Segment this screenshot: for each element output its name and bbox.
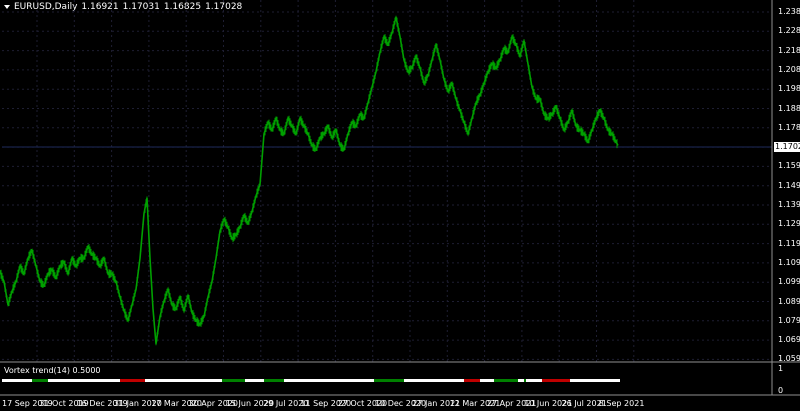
vortex-segment-neutral — [284, 379, 374, 382]
current-price-badge: 1.17028 — [774, 142, 800, 152]
vortex-segment-bull — [222, 379, 245, 382]
price-tick-label: 1.09970 — [778, 277, 800, 287]
vortex-indicator — [2, 379, 620, 382]
price-chart[interactable] — [0, 0, 800, 411]
chart-frame — [0, 0, 800, 396]
price-tick-label: 1.21870 — [778, 45, 800, 55]
price-series — [0, 15, 619, 346]
price-tick-label: 1.19895 — [778, 84, 800, 94]
price-tick-label: 1.22870 — [778, 26, 800, 36]
vortex-segment-bull — [32, 379, 48, 382]
vortex-segment-bull — [494, 379, 518, 382]
vortex-segment-bull — [264, 379, 284, 382]
price-tick-label: 1.13945 — [778, 200, 800, 209]
vortex-segment-bear — [542, 379, 570, 382]
indicator-scale-label: 1 — [778, 364, 784, 373]
price-tick-label: 1.20895 — [778, 64, 800, 74]
indicator-scale-label: 0 — [778, 386, 784, 395]
price-tick-label: 1.14920 — [778, 180, 800, 190]
price-tick-label: 1.07970 — [778, 315, 800, 325]
trading-terminal: EURUSD,Daily 1.16921 1.17031 1.16825 1.1… — [0, 0, 800, 411]
vortex-segment-bull — [524, 379, 526, 382]
vortex-segment-bear — [464, 379, 480, 382]
vortex-segment-neutral — [480, 379, 494, 382]
price-tick-label: 1.08970 — [778, 296, 800, 306]
vortex-segment-bear — [120, 379, 145, 382]
price-tick-label: 1.06995 — [778, 335, 800, 345]
chart-grid — [2, 0, 772, 362]
price-tick-label: 1.05995 — [778, 354, 800, 364]
time-tick-label: 8 Sep 2021 — [598, 399, 645, 408]
vortex-segment-neutral — [48, 379, 120, 382]
vortex-segment-neutral — [145, 379, 222, 382]
vortex-segment-neutral — [2, 379, 32, 382]
vortex-segment-neutral — [404, 379, 464, 382]
price-tick-label: 1.18895 — [778, 103, 800, 113]
price-line — [0, 17, 619, 344]
vortex-segment-neutral — [518, 379, 524, 382]
vortex-segment-bull — [374, 379, 404, 382]
price-tick-label: 1.12945 — [778, 219, 800, 229]
vortex-segment-neutral — [245, 379, 264, 382]
price-tick-label: 1.15920 — [778, 161, 800, 171]
vortex-segment-neutral — [526, 379, 542, 382]
price-tick-label: 1.11945 — [778, 238, 800, 248]
price-tick-label: 1.23870 — [778, 7, 800, 16]
price-tick-label: 1.17895 — [778, 122, 800, 132]
indicator-title: Vortex trend(14) 0.5000 — [4, 366, 101, 375]
vortex-segment-neutral — [570, 379, 620, 382]
price-tick-label: 1.10945 — [778, 257, 800, 267]
